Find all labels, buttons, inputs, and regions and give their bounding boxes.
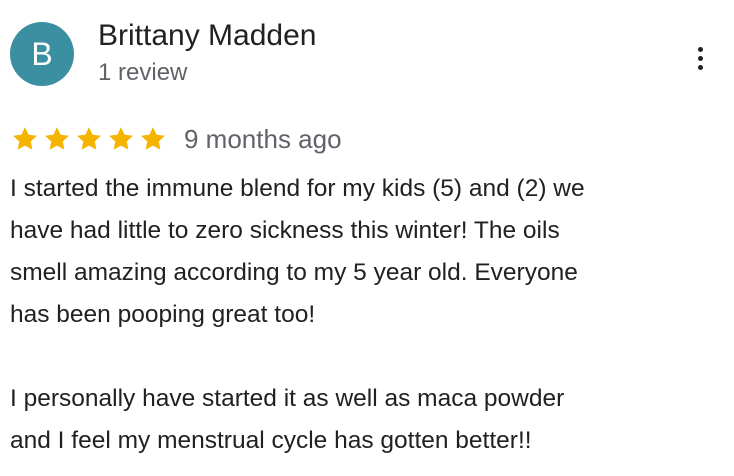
review-text: I started the immune blend for my kids (… (10, 175, 585, 454)
review-count: 1 review (98, 59, 188, 86)
star-rating (10, 124, 168, 154)
rating-row: 9 months ago (10, 122, 342, 156)
review-time: 9 months ago (184, 124, 342, 154)
star-icon (45, 127, 69, 150)
star-icon (13, 127, 37, 150)
reviewer-name[interactable]: Brittany Madden (98, 18, 316, 54)
star-icon (77, 127, 101, 150)
star-icon (109, 127, 133, 150)
avatar[interactable]: B (10, 22, 74, 86)
star-icon (141, 127, 165, 150)
avatar-initial: B (31, 35, 53, 72)
more-options-button[interactable] (684, 36, 716, 80)
more-vert-icon (697, 46, 703, 70)
